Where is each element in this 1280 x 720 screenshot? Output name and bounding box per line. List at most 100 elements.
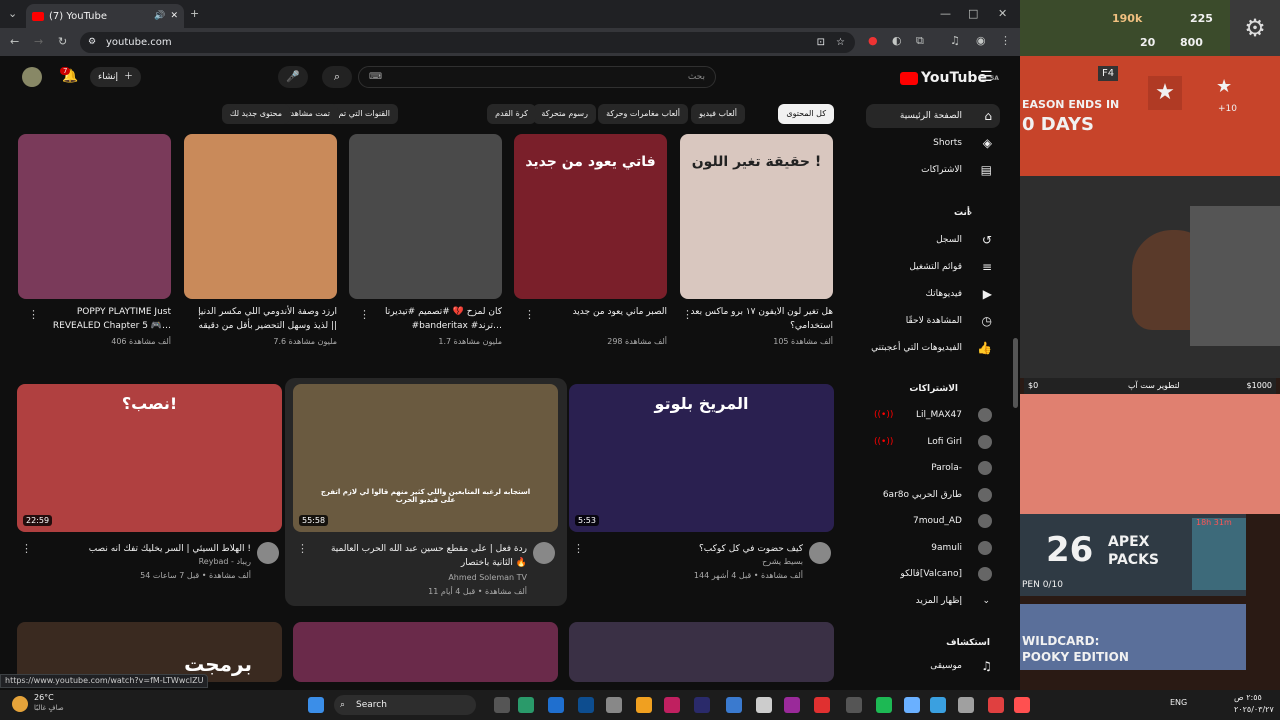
audio-icon[interactable]: 🔊 <box>154 11 165 21</box>
sidebar-item[interactable]: المشاهدة لاحقًا ◷ <box>866 309 1000 333</box>
sidebar-item[interactable]: الاشتراكات ▤ <box>866 158 1000 182</box>
extensions-puzzle-icon[interactable]: ⧉ <box>916 34 924 48</box>
video-thumbnail[interactable]: برمجت <box>17 622 282 682</box>
sidebar-item[interactable]: قوائم التشغيل ≡ <box>866 255 1000 279</box>
video-title[interactable]: ارزد وصفة الأندومي اللي مكسر الدنيا || ل… <box>194 305 337 333</box>
channel-name[interactable]: بسيط يشرح <box>593 556 803 568</box>
back-icon[interactable]: ← <box>10 35 19 49</box>
video-thumbnail[interactable]: فاتي يعود من جديد <box>514 134 667 299</box>
taskbar-search[interactable]: ⌕ Search <box>334 695 476 715</box>
video-thumbnail[interactable] <box>184 134 337 299</box>
subscription-item[interactable]: Lil_MAX47 ((•)) <box>866 403 1000 427</box>
video-thumbnail[interactable]: نصب؟! 22:59 <box>17 384 282 532</box>
youtube-logo[interactable]: YouTube SA <box>900 70 999 86</box>
more-options-icon[interactable]: ⋮ <box>682 308 693 321</box>
language-indicator[interactable]: ENG <box>1170 698 1187 707</box>
adobe-icon[interactable] <box>988 697 1004 713</box>
video-title[interactable]: كان لمزح 💔 #تصميم #تيديرتا #banderitax #… <box>359 305 502 333</box>
clock-time[interactable]: ٢:٥٥ ص <box>1234 693 1262 702</box>
subscription-item[interactable]: 9amuli <box>866 536 1000 560</box>
search-button[interactable]: ⌕ <box>322 66 352 88</box>
subscriptions-header[interactable]: الاشتراكات <box>866 384 1000 394</box>
epic-games-icon[interactable] <box>694 697 710 713</box>
new-tab-icon[interactable]: + <box>190 7 199 21</box>
keyboard-icon[interactable]: ⌨ <box>369 67 382 87</box>
chip[interactable]: رسوم متحركة <box>533 104 596 124</box>
chip[interactable]: كل المحتوى <box>778 104 834 124</box>
address-bar[interactable]: ⚙ youtube.com ⊡ ☆ <box>80 32 855 53</box>
channel-name[interactable]: Ahmed Soleman TV <box>317 572 527 584</box>
show-more-button[interactable]: إظهار المزيد ⌄ <box>866 589 1000 613</box>
channel-avatar[interactable] <box>809 542 831 564</box>
more-options-icon[interactable]: ⋮ <box>297 542 308 555</box>
weather-icon[interactable] <box>12 696 28 712</box>
create-button[interactable]: إنشاء ＋ <box>90 67 142 87</box>
video-thumbnail[interactable]: استجابه لرغبه المتابعين واللي كثير منهم … <box>293 384 558 532</box>
search-input[interactable]: بحث ⌨ <box>358 66 716 88</box>
more-options-icon[interactable]: ⋮ <box>21 542 32 555</box>
sidebar-item[interactable]: فيديوهاتك ▶ <box>866 282 1000 306</box>
maximize-icon[interactable]: □ <box>968 7 978 21</box>
outlook-icon[interactable] <box>578 697 594 713</box>
sidebar-item[interactable]: السجل ↺ <box>866 228 1000 252</box>
video-thumbnail[interactable] <box>18 134 171 299</box>
sidebar-item[interactable]: Shorts ◈ <box>866 131 1000 155</box>
video-title[interactable]: POPPY PLAYTIME Just REVEALED Chapter 5 🎮… <box>28 305 171 333</box>
account-avatar[interactable] <box>22 67 42 87</box>
bookmark-star-icon[interactable]: ☆ <box>836 32 845 53</box>
subscription-item[interactable]: Lofi Girl ((•)) <box>866 430 1000 454</box>
tab-search-icon[interactable]: ⌄ <box>8 7 17 21</box>
subscription-item[interactable]: Parola- <box>866 456 1000 480</box>
channel-name[interactable]: Reybad - ريباد <box>41 556 251 568</box>
app-icon[interactable] <box>784 697 800 713</box>
forward-icon[interactable]: → <box>34 35 43 49</box>
channel-avatar[interactable] <box>533 542 555 564</box>
reload-icon[interactable]: ↻ <box>58 35 67 49</box>
sidebar-item[interactable]: الصفحة الرئيسية ⌂ <box>866 104 1000 128</box>
chip[interactable]: ألعاب فيديو <box>691 104 745 124</box>
subscription-item[interactable]: ڤالكو[Valcano] <box>866 562 1000 586</box>
you-header[interactable]: أنت <box>866 208 1000 218</box>
app-icon[interactable] <box>1014 697 1030 713</box>
discord-icon[interactable] <box>904 697 920 713</box>
extension-red-icon[interactable]: ● <box>868 34 878 48</box>
video-thumbnail[interactable]: المريخ بلوتو 5:53 <box>569 384 834 532</box>
video-thumbnail[interactable] <box>293 622 558 682</box>
video-thumbnail[interactable] <box>349 134 502 299</box>
more-options-icon[interactable]: ⋮ <box>573 542 584 555</box>
netflix-icon[interactable] <box>756 697 772 713</box>
tab-youtube[interactable]: (7) YouTube 🔊 ✕ <box>26 4 184 28</box>
video-thumbnail[interactable]: حقيقة تغير اللون ! <box>680 134 833 299</box>
site-info-icon[interactable]: ⚙ <box>88 32 96 53</box>
profile-avatar-icon[interactable]: ◉ <box>976 34 986 48</box>
video-title[interactable]: ردة فعل | على مقطع حسين عبد الله الحرب ا… <box>317 542 527 570</box>
premiere-icon[interactable] <box>726 697 742 713</box>
apple-music-icon[interactable] <box>664 697 680 713</box>
app-icon[interactable] <box>958 697 974 713</box>
subscription-item[interactable]: 7moud_AD <box>866 509 1000 533</box>
tab-close-icon[interactable]: ✕ <box>170 11 178 21</box>
more-options-icon[interactable]: ⋮ <box>194 308 205 321</box>
chrome-menu-icon[interactable]: ⋮ <box>1000 34 1011 48</box>
sidebar-item[interactable]: موسيقى ♫ <box>866 654 1000 678</box>
video-thumbnail[interactable] <box>569 622 834 682</box>
photoshop-icon[interactable] <box>548 697 564 713</box>
windows-start-icon[interactable] <box>308 697 324 713</box>
media-icon[interactable]: ♫ <box>950 34 960 48</box>
more-options-icon[interactable]: ⋮ <box>28 308 39 321</box>
clock-date[interactable]: ٢٠٢٥/٠٣/٢٧ <box>1234 705 1274 714</box>
more-options-icon[interactable]: ⋮ <box>359 308 370 321</box>
paint-icon[interactable] <box>876 697 892 713</box>
more-options-icon[interactable]: ⋮ <box>524 308 535 321</box>
close-window-icon[interactable]: ✕ <box>998 7 1007 21</box>
page-scrollbar[interactable] <box>1013 338 1018 408</box>
video-title[interactable]: هل تغير لون الايفون ١٧ برو ماكس بعد استخ… <box>690 305 833 333</box>
subscription-item[interactable]: 6ar8o طارق الحربي <box>866 483 1000 507</box>
video-title[interactable]: الصبر ماني يعود من جديد <box>524 305 667 333</box>
install-icon[interactable]: ⊡ <box>817 32 825 53</box>
chip[interactable]: ألعاب مغامرات وحركة <box>598 104 688 124</box>
minimize-icon[interactable]: — <box>940 7 951 21</box>
chip[interactable]: محتوى جديد لك <box>221 104 290 124</box>
chip[interactable]: كرة القدم <box>487 104 536 124</box>
sidebar-item[interactable]: الفيديوهات التي أعجبتني 👍 <box>866 336 1000 360</box>
